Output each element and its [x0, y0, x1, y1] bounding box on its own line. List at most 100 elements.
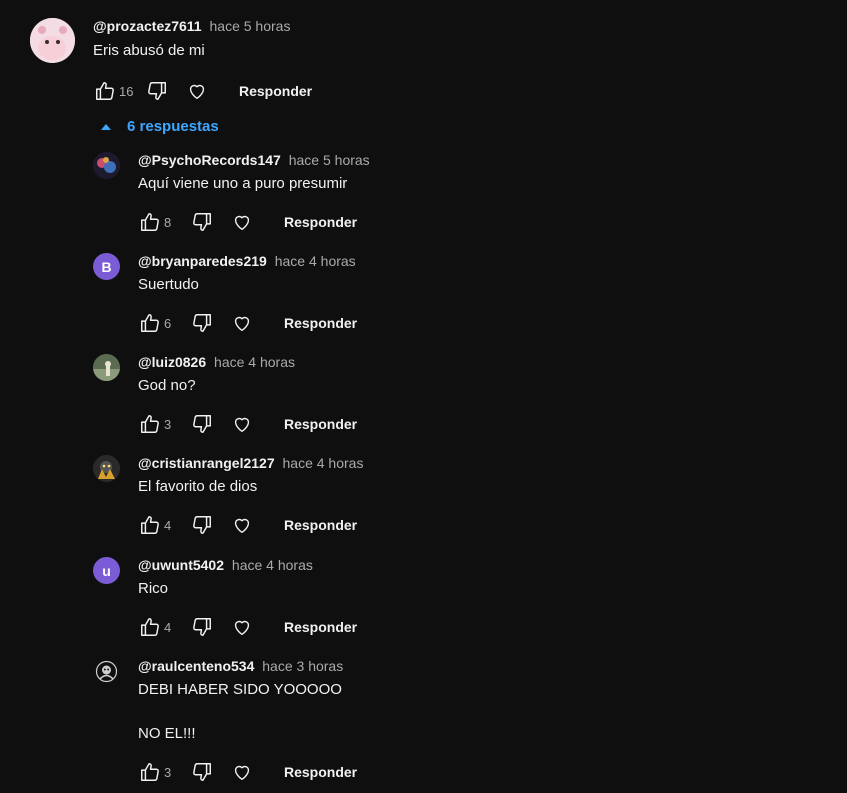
comment-thread: @prozactez7611 hace 5 horas Eris abusó d…	[0, 0, 847, 793]
comment-actions: 8 Responder	[138, 210, 370, 234]
comment-text: Eris abusó de mi	[93, 42, 205, 59]
like-button[interactable]	[138, 210, 162, 234]
author-name[interactable]: @cristianrangel2127	[138, 455, 275, 471]
comment-actions: 16 Responder	[93, 79, 312, 103]
thumbs-down-icon	[193, 314, 211, 332]
avatar[interactable]	[93, 455, 120, 482]
thumbs-up-icon	[141, 213, 159, 231]
comment-text: Aquí viene uno a puro presumir	[138, 175, 348, 192]
comment-meta: @luiz0826 hace 4 horas	[138, 352, 357, 372]
replies-toggle[interactable]: 6 respuestas	[100, 118, 219, 135]
comment-meta: @prozactez7611 hace 5 horas	[93, 16, 312, 36]
comment-meta: @cristianrangel2127 hace 4 horas	[138, 453, 363, 473]
thumbs-down-icon	[148, 82, 166, 100]
avatar[interactable]	[93, 658, 120, 685]
comment-meta: @bryanparedes219 hace 4 horas	[138, 251, 357, 271]
reply-button[interactable]: Responder	[284, 416, 357, 432]
comment-body: @cristianrangel2127 hace 4 horas El favo…	[138, 453, 363, 537]
timestamp[interactable]: hace 4 horas	[214, 354, 295, 370]
comment-body: @bryanparedes219 hace 4 horas Suertudo 6…	[138, 251, 357, 335]
avatar[interactable]: u	[93, 557, 120, 584]
comment-body: @uwunt5402 hace 4 horas Rico 4 Responder	[138, 555, 357, 639]
author-name[interactable]: @raulcenteno534	[138, 658, 254, 674]
thumbs-up-icon	[141, 763, 159, 781]
timestamp[interactable]: hace 4 horas	[232, 557, 313, 573]
like-button[interactable]	[138, 760, 162, 784]
avatar-image-icon	[30, 18, 75, 63]
comment-body: @PsychoRecords147 hace 5 horas Aquí vien…	[138, 150, 370, 234]
heart-button[interactable]	[230, 311, 254, 335]
author-name[interactable]: @luiz0826	[138, 354, 206, 370]
like-count: 4	[164, 619, 172, 635]
heart-button[interactable]	[230, 210, 254, 234]
thumbs-down-icon	[193, 516, 211, 534]
dislike-button[interactable]	[145, 79, 169, 103]
dislike-button[interactable]	[190, 513, 214, 537]
author-name[interactable]: @prozactez7611	[93, 18, 202, 34]
author-name[interactable]: @uwunt5402	[138, 557, 224, 573]
comment-text: DEBI HABER SIDO YOOOOO NO EL!!!	[138, 681, 342, 742]
thumbs-up-icon	[141, 314, 159, 332]
heart-icon	[234, 215, 250, 231]
avatar[interactable]	[93, 354, 120, 381]
avatar[interactable]	[93, 152, 120, 179]
heart-icon	[234, 417, 250, 433]
heart-icon	[234, 620, 250, 636]
comment-body: @prozactez7611 hace 5 horas Eris abusó d…	[93, 16, 312, 103]
like-button[interactable]	[93, 79, 117, 103]
like-button[interactable]	[138, 311, 162, 335]
reply-button[interactable]: Responder	[284, 619, 357, 635]
like-button[interactable]	[138, 615, 162, 639]
timestamp[interactable]: hace 4 horas	[283, 455, 364, 471]
dislike-button[interactable]	[190, 760, 214, 784]
thumbs-down-icon	[193, 213, 211, 231]
avatar-image-icon	[93, 354, 120, 381]
reply-button[interactable]: Responder	[284, 214, 357, 230]
dislike-button[interactable]	[190, 615, 214, 639]
author-name[interactable]: @bryanparedes219	[138, 253, 267, 269]
thumbs-down-icon	[193, 415, 211, 433]
avatar[interactable]: B	[93, 253, 120, 280]
heart-icon	[234, 765, 250, 781]
comment-meta: @raulcenteno534 hace 3 horas	[138, 656, 357, 676]
heart-button[interactable]	[230, 760, 254, 784]
dislike-button[interactable]	[190, 210, 214, 234]
like-button[interactable]	[138, 412, 162, 436]
thumbs-up-icon	[141, 516, 159, 534]
comment-text: Rico	[138, 580, 169, 597]
avatar-image-icon	[93, 152, 120, 179]
heart-button[interactable]	[230, 412, 254, 436]
dislike-button[interactable]	[190, 311, 214, 335]
like-count: 16	[119, 83, 134, 99]
avatar[interactable]	[30, 18, 75, 63]
heart-button[interactable]	[185, 79, 209, 103]
thumbs-up-icon	[141, 415, 159, 433]
comment-body: @luiz0826 hace 4 horas God no? 3 Respond…	[138, 352, 357, 436]
timestamp[interactable]: hace 5 horas	[210, 18, 291, 34]
heart-button[interactable]	[230, 615, 254, 639]
dislike-button[interactable]	[190, 412, 214, 436]
comment-body: @raulcenteno534 hace 3 horas DEBI HABER …	[138, 656, 357, 784]
heart-icon	[189, 84, 205, 100]
like-button[interactable]	[138, 513, 162, 537]
timestamp[interactable]: hace 4 horas	[275, 253, 356, 269]
reply-button[interactable]: Responder	[284, 315, 357, 331]
like-count: 3	[164, 764, 172, 780]
thumbs-down-icon	[193, 763, 211, 781]
avatar-image-icon	[93, 658, 120, 685]
reply-button[interactable]: Responder	[239, 83, 312, 99]
thumbs-up-icon	[96, 82, 114, 100]
comment-meta: @PsychoRecords147 hace 5 horas	[138, 150, 370, 170]
author-name[interactable]: @PsychoRecords147	[138, 152, 281, 168]
timestamp[interactable]: hace 3 horas	[262, 658, 343, 674]
comment-actions: 4 Responder	[138, 513, 363, 537]
heart-button[interactable]	[230, 513, 254, 537]
timestamp[interactable]: hace 5 horas	[289, 152, 370, 168]
comment-text: Suertudo	[138, 276, 199, 293]
reply-button[interactable]: Responder	[284, 517, 357, 533]
like-count: 3	[164, 416, 172, 432]
comment-actions: 3 Responder	[138, 412, 357, 436]
like-count: 6	[164, 315, 172, 331]
like-count: 8	[164, 214, 172, 230]
reply-button[interactable]: Responder	[284, 764, 357, 780]
